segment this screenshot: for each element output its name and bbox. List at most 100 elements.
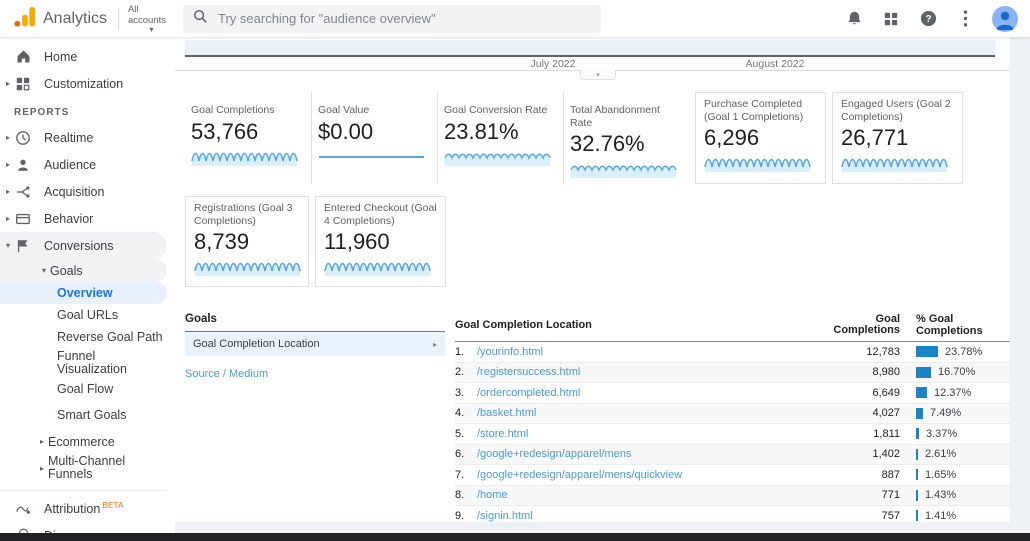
notifications-bell-icon[interactable] xyxy=(844,9,864,29)
metric-card-registrations: Registrations (Goal 3 Completions) 8,739 xyxy=(185,196,309,287)
report-content: July 2022 August 2022 ▾ Goal Completions… xyxy=(175,37,1010,522)
pct-bar xyxy=(916,366,931,378)
sidebar-item-label: Reverse Goal Path xyxy=(57,330,163,344)
table-row: 4. /basket.html 4,027 7.49% xyxy=(455,403,1010,424)
collapse-arrow-icon: ▾ xyxy=(41,266,46,275)
expand-arrow-icon: ▸ xyxy=(39,463,44,473)
sidebar-item-label: Behavior xyxy=(44,211,94,226)
completions-value: 6,649 xyxy=(872,386,900,399)
pct-value: 7.49% xyxy=(930,407,962,420)
pct-value: 1.65% xyxy=(925,468,957,481)
sidebar-item-funnel-visualization[interactable]: Funnel Visualization xyxy=(0,348,127,378)
timeline-axis-labels: July 2022 August 2022 xyxy=(185,57,995,70)
table-row: 9. /signin.html 757 1.41% xyxy=(455,506,1010,522)
dimension-goal-completion-location[interactable]: Goal Completion Location ▸ xyxy=(185,332,445,356)
completions-value: 8,980 xyxy=(872,366,900,379)
sidebar-item-customization[interactable]: ▸ Customization xyxy=(0,70,175,97)
divider xyxy=(118,7,119,30)
goal-location-link[interactable]: /yourinfo.html xyxy=(477,346,543,358)
row-rank: 4. xyxy=(455,407,465,420)
user-avatar[interactable] xyxy=(992,5,1018,32)
goals-report-area: Goals Goal Completion Location ▸ Source … xyxy=(175,313,1010,522)
row-rank: 3. xyxy=(455,386,465,399)
collapse-arrow-icon: ▾ xyxy=(5,241,10,250)
sidebar-item-smart-goals[interactable]: Smart Goals xyxy=(0,404,175,426)
pct-bar xyxy=(916,346,938,358)
help-icon[interactable]: ? xyxy=(918,9,938,29)
pct-bar xyxy=(916,448,918,460)
metric-value: 8,739 xyxy=(194,229,250,254)
search-input[interactable] xyxy=(218,11,591,26)
reports-section-label: REPORTS xyxy=(14,107,70,118)
acquisition-icon xyxy=(14,183,32,201)
pct-value: 3.37% xyxy=(926,427,958,440)
audience-person-icon xyxy=(14,156,32,174)
sidebar-item-overview[interactable]: Overview xyxy=(0,282,167,304)
pct-value: 23.78% xyxy=(945,345,983,358)
sidebar-item-discover[interactable]: Discover xyxy=(0,522,175,533)
goal-location-link[interactable]: /registersuccess.html xyxy=(477,366,580,378)
sidebar-item-audience[interactable]: ▸ Audience xyxy=(0,151,175,178)
goal-location-link[interactable]: /home xyxy=(477,489,508,501)
pct-value: 12.37% xyxy=(934,386,972,399)
pct-bar xyxy=(916,407,923,419)
sparkline-chart xyxy=(704,158,811,173)
goal-location-link[interactable]: /google+redesign/apparel/mens/quickview xyxy=(477,469,682,481)
more-vert-icon[interactable] xyxy=(955,9,975,29)
sparkline-chart xyxy=(318,156,425,158)
pct-bar xyxy=(916,387,927,399)
chart-collapse-divider: ▾ xyxy=(175,70,1010,84)
table-row: 2. /registersuccess.html 8,980 16.70% xyxy=(455,362,1010,383)
window-bottom-edge xyxy=(0,533,1030,541)
expand-arrow-icon: ▸ xyxy=(39,437,44,446)
account-selector[interactable]: All accounts ▾ xyxy=(128,4,175,34)
goal-location-link[interactable]: /google+redesign/apparel/mens xyxy=(477,448,631,460)
column-header-pct[interactable]: % Goal Completions xyxy=(900,313,1010,337)
metric-cards-row: Goal Completions 53,766 Goal Value $0.00… xyxy=(175,92,1010,184)
dimension-source-medium-link[interactable]: Source / Medium xyxy=(185,368,445,380)
goal-location-link[interactable]: /store.html xyxy=(477,428,528,440)
sparkline-chart xyxy=(191,152,298,167)
metric-value: 23.81% xyxy=(444,119,519,144)
pct-value: 1.41% xyxy=(925,509,957,522)
sidebar-item-realtime[interactable]: ▸ Realtime xyxy=(0,124,175,151)
completions-value: 1,811 xyxy=(873,427,900,440)
goal-location-link[interactable]: /basket.html xyxy=(477,407,536,419)
search-bar[interactable] xyxy=(183,4,601,33)
dimension-label: Goal Completion Location xyxy=(193,338,320,350)
pct-bar xyxy=(916,428,919,440)
column-header-completions[interactable]: Goal Completions xyxy=(828,313,900,337)
metric-label: Total Abandonment Rate xyxy=(570,104,660,129)
sidebar-item-reverse-goal-path[interactable]: Reverse Goal Path xyxy=(0,326,175,348)
sidebar-item-goals[interactable]: ▾ Goals xyxy=(0,259,167,282)
sidebar-item-label: Funnel Visualization xyxy=(57,349,127,376)
sidebar-item-multi-channel-funnels[interactable]: ▸ Multi-Channel Funnels xyxy=(0,453,175,483)
sidebar-item-goal-flow[interactable]: Goal Flow xyxy=(0,378,175,400)
column-header-location[interactable]: Goal Completion Location xyxy=(455,319,828,331)
goal-location-link[interactable]: /ordercompleted.html xyxy=(477,387,580,399)
sparkline-chart xyxy=(324,262,431,277)
sidebar-item-behavior[interactable]: ▸ Behavior xyxy=(0,205,175,232)
metric-value: $0.00 xyxy=(318,119,374,144)
sidebar-item-conversions[interactable]: ▾ Conversions xyxy=(0,232,167,259)
metric-card-entered-checkout: Entered Checkout (Goal 4 Completions) 11… xyxy=(315,196,446,287)
row-rank: 1. xyxy=(455,345,465,358)
metric-card-total-abandonment-rate: Total Abandonment Rate 32.76% xyxy=(563,92,689,184)
row-rank: 8. xyxy=(455,489,465,502)
expand-arrow-icon: ▸ xyxy=(5,160,10,169)
completions-value: 4,027 xyxy=(872,407,900,420)
sidebar-item-ecommerce[interactable]: ▸ Ecommerce xyxy=(0,430,175,453)
goal-location-link[interactable]: /signin.html xyxy=(477,510,533,522)
sidebar-item-acquisition[interactable]: ▸ Acquisition xyxy=(0,178,175,205)
sidebar-item-goal-urls[interactable]: Goal URLs xyxy=(0,304,175,326)
sidebar-item-attribution[interactable]: Attribution BETA xyxy=(0,495,175,522)
behavior-icon xyxy=(14,210,32,228)
metric-label: Goal Value xyxy=(318,104,370,116)
collapse-chart-button[interactable]: ▾ xyxy=(580,70,616,80)
row-rank: 7. xyxy=(455,468,465,481)
apps-grid-icon[interactable] xyxy=(881,9,901,29)
sidebar-item-home[interactable]: Home xyxy=(0,43,175,70)
sidebar-item-label: Home xyxy=(44,49,78,64)
metric-label: Engaged Users (Goal 2 Completions) xyxy=(841,98,951,123)
goal-completions-table: Goal Completion Location Goal Completion… xyxy=(455,313,1010,522)
